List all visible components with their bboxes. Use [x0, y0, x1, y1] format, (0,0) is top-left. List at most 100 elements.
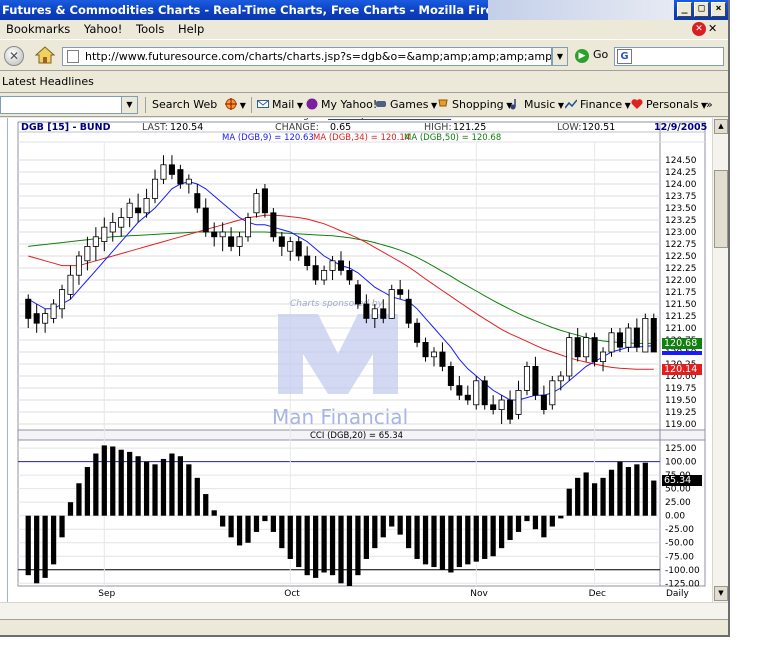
crosshair-icon — [224, 98, 237, 110]
cci-bar — [321, 515, 327, 573]
candle — [219, 222, 226, 252]
menu-tools[interactable]: Tools — [136, 22, 164, 36]
cci-bar — [380, 515, 386, 538]
music-button[interactable]: Music ▼ — [509, 93, 564, 118]
candle-body — [219, 231, 226, 238]
shopping-button[interactable]: Shopping ▼ — [437, 93, 512, 118]
stop-button[interactable]: ✕ — [4, 46, 24, 66]
cci-bar — [211, 510, 217, 516]
cci-bar — [59, 515, 65, 538]
mail-icon — [257, 100, 269, 108]
url-text: http://www.futuresource.com/charts/chart… — [85, 50, 552, 63]
cci-bar — [600, 477, 606, 516]
finance-button[interactable]: Finance ▼ — [565, 93, 631, 118]
url-dropdown-button[interactable]: ▼ — [552, 47, 568, 66]
latest-headlines-link[interactable]: Latest Headlines — [2, 75, 94, 88]
candle — [295, 236, 302, 261]
scroll-thumb[interactable] — [714, 170, 728, 248]
scroll-down-button[interactable]: ▼ — [714, 586, 728, 601]
cci-bar — [651, 480, 657, 516]
candle — [405, 289, 412, 328]
search-input[interactable]: G — [614, 47, 724, 66]
cci-bar — [498, 515, 505, 549]
cci-bar — [203, 494, 209, 516]
cci-bar — [406, 515, 412, 549]
candle-body — [253, 193, 260, 214]
chevron-down-icon[interactable]: ▼ — [121, 97, 137, 113]
candle — [456, 376, 463, 400]
menu-bookmarks[interactable]: Bookmarks — [6, 22, 70, 36]
search-web-button[interactable]: Search Web ▼ — [152, 93, 246, 118]
candle — [616, 328, 623, 352]
maximize-button[interactable]: □ — [694, 2, 709, 17]
games-button[interactable]: Games ▼ — [375, 93, 437, 118]
candle — [126, 198, 133, 228]
yahoo-search-input[interactable]: ▼ — [0, 96, 138, 114]
candle-body — [135, 207, 142, 214]
scroll-up-button[interactable]: ▲ — [714, 119, 728, 134]
home-icon[interactable] — [34, 44, 56, 66]
candle-body — [481, 380, 488, 406]
candle — [549, 376, 556, 410]
google-icon[interactable]: G — [617, 49, 632, 64]
price-tag: 120.14 — [662, 364, 702, 376]
close-tab-icon[interactable]: ✕ — [708, 22, 722, 36]
candle-body — [202, 207, 209, 233]
candle-body — [92, 236, 99, 247]
minimize-button[interactable]: _ — [677, 2, 692, 17]
browser-window: Futures & Commodities Charts - Real-Time… — [0, 0, 730, 637]
candle — [650, 313, 657, 353]
ma9-price-marker — [662, 350, 702, 355]
candle — [566, 332, 573, 381]
cci-bar — [583, 472, 589, 516]
candle-body — [363, 303, 370, 319]
cci-bar — [338, 515, 344, 584]
candle-body — [75, 255, 82, 276]
menu-help[interactable]: Help — [178, 22, 204, 36]
my-yahoo-button[interactable]: My Yahoo! — [306, 93, 377, 117]
go-icon[interactable]: ▶ — [575, 49, 589, 63]
stop-icon[interactable]: ✕ — [692, 22, 706, 36]
vertical-scrollbar[interactable]: ▲ ▼ — [712, 118, 728, 602]
url-field[interactable]: http://www.futuresource.com/charts/chart… — [62, 47, 552, 66]
cci-bar — [363, 515, 369, 559]
price-tick-label: 119.25 — [665, 408, 697, 418]
candle-body — [126, 202, 133, 218]
candle-body — [380, 308, 387, 319]
candle-body — [346, 269, 353, 281]
close-button[interactable]: × — [711, 2, 726, 17]
candle-body — [118, 217, 125, 228]
cci-bar — [25, 515, 31, 576]
personals-button[interactable]: Personals ▼ — [631, 93, 707, 118]
candle-body — [42, 313, 49, 324]
low-label: LOW: — [557, 122, 581, 133]
high-value: 121.25 — [453, 122, 486, 133]
cci-tick-label: 125.00 — [665, 444, 697, 454]
candle — [202, 198, 209, 237]
stock-quotes-link: Stock Quotes and Charts? — [328, 118, 451, 121]
music-icon — [510, 99, 516, 110]
candle — [422, 337, 429, 362]
price-tick-label: 122.25 — [665, 264, 697, 274]
candle-body — [523, 365, 530, 391]
candle-body — [490, 404, 497, 410]
candle-body — [261, 188, 268, 214]
mail-button[interactable]: Mail ▼ — [257, 93, 303, 118]
cci-bar — [456, 515, 462, 568]
horizontal-scrollbar[interactable] — [0, 602, 728, 619]
cci-bar — [591, 483, 598, 516]
toolbar-overflow-button[interactable]: » — [706, 93, 713, 117]
go-button-label[interactable]: Go — [593, 48, 608, 61]
candle — [388, 284, 395, 319]
cci-tick-label: -125.00 — [665, 579, 700, 589]
window-controls: _ □ × — [677, 2, 726, 17]
menu-yahoo[interactable]: Yahoo! — [84, 22, 122, 36]
chart-date: 12/9/2005 — [654, 122, 707, 133]
price-tick-label: 123.50 — [665, 204, 697, 214]
cci-bar — [101, 445, 107, 516]
candle-body — [371, 308, 378, 319]
cci-tick-label: -50.00 — [665, 539, 694, 549]
candle-body — [236, 236, 243, 247]
cci-bar — [127, 451, 133, 516]
heart-icon — [631, 99, 643, 109]
